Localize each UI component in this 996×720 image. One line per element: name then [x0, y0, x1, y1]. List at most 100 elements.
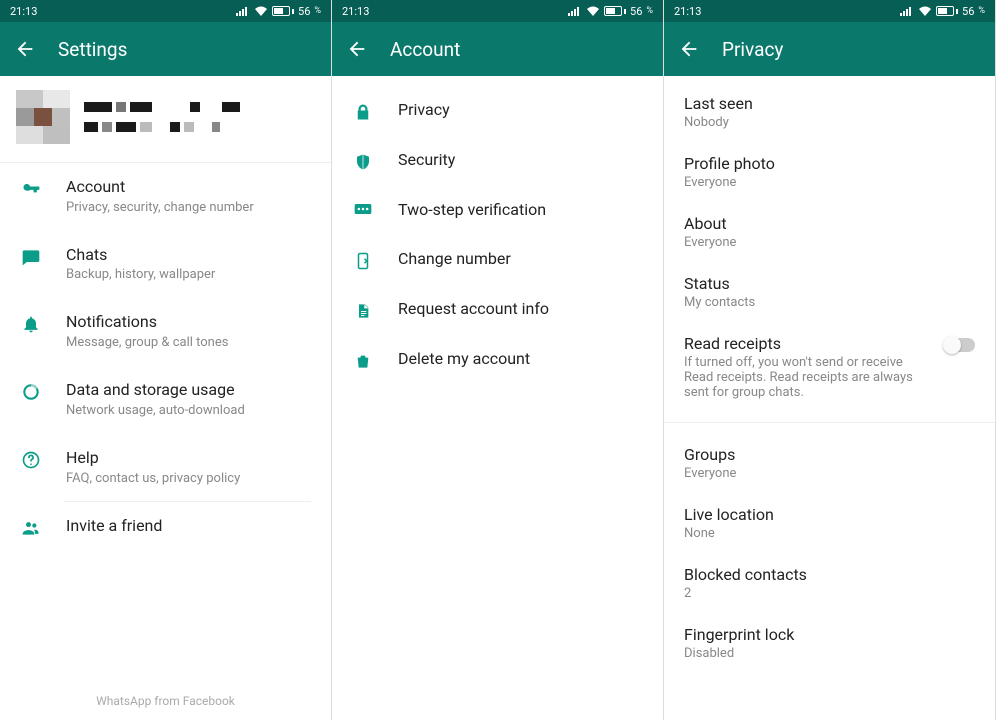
privacy-item-groups[interactable]: Groups Everyone: [664, 433, 995, 493]
item-subtitle: None: [684, 526, 975, 541]
app-bar: Settings: [0, 22, 331, 76]
screen-title: Settings: [58, 38, 127, 61]
phone-swap-icon: [352, 249, 374, 271]
status-time: 21:13: [674, 5, 701, 18]
item-title: Help: [66, 448, 315, 469]
item-subtitle: Network usage, auto-download: [66, 403, 315, 420]
wifi-icon: [918, 6, 932, 17]
status-time: 21:13: [10, 5, 37, 18]
item-title: Account: [66, 177, 315, 198]
privacy-item-fingerprint[interactable]: Fingerprint lock Disabled: [664, 613, 995, 673]
app-bar: Account: [332, 22, 663, 76]
settings-item-data[interactable]: Data and storage usage Network usage, au…: [0, 366, 331, 434]
status-icons: 56%: [236, 5, 321, 18]
battery-percent: 56: [630, 5, 642, 18]
lock-icon: [352, 100, 374, 122]
signal-icon: [568, 6, 582, 16]
item-subtitle: Nobody: [684, 115, 975, 130]
bell-icon: [20, 312, 42, 334]
privacy-item-about[interactable]: About Everyone: [664, 202, 995, 262]
item-title: Blocked contacts: [684, 565, 975, 584]
item-subtitle: Everyone: [684, 235, 975, 250]
profile-name-redacted: [84, 102, 240, 132]
people-icon: [20, 516, 42, 538]
settings-item-chats[interactable]: Chats Backup, history, wallpaper: [0, 231, 331, 299]
settings-item-account[interactable]: Account Privacy, security, change number: [0, 163, 331, 231]
item-subtitle: If turned off, you won't send or receive…: [684, 355, 935, 400]
privacy-item-readreceipts[interactable]: Read receipts If turned off, you won't s…: [664, 322, 995, 412]
pin-icon: [352, 200, 374, 216]
help-icon: [20, 448, 42, 470]
account-item-privacy[interactable]: Privacy: [332, 86, 663, 136]
status-bar: 21:13 56%: [332, 0, 663, 22]
arrow-back-icon: [678, 38, 700, 60]
data-usage-icon: [20, 380, 42, 402]
read-receipts-toggle[interactable]: [945, 338, 975, 352]
item-subtitle: My contacts: [684, 295, 975, 310]
settings-item-help[interactable]: Help FAQ, contact us, privacy policy: [0, 434, 331, 502]
divider: [664, 422, 995, 423]
battery-icon: [604, 6, 626, 16]
item-title: Live location: [684, 505, 975, 524]
item-subtitle: 2: [684, 586, 975, 601]
settings-item-notifications[interactable]: Notifications Message, group & call tone…: [0, 298, 331, 366]
item-subtitle: Privacy, security, change number: [66, 200, 315, 217]
status-icons: 56%: [900, 5, 985, 18]
item-title: Data and storage usage: [66, 380, 315, 401]
privacy-item-profilephoto[interactable]: Profile photo Everyone: [664, 142, 995, 202]
back-button[interactable]: [678, 38, 700, 60]
account-item-security[interactable]: Security: [332, 136, 663, 186]
account-item-requestinfo[interactable]: Request account info: [332, 285, 663, 335]
item-subtitle: Everyone: [684, 466, 975, 481]
battery-icon: [936, 6, 958, 16]
item-subtitle: Disabled: [684, 646, 975, 661]
chat-icon: [20, 245, 42, 267]
account-item-twostep[interactable]: Two-step verification: [332, 186, 663, 235]
back-button[interactable]: [14, 38, 36, 60]
item-title: Groups: [684, 445, 975, 464]
status-bar: 21:13 56%: [0, 0, 331, 22]
privacy-screen: 21:13 56% Privacy Last seen Nobody Profi…: [664, 0, 996, 720]
item-title: Security: [398, 150, 647, 171]
account-item-changenumber[interactable]: Change number: [332, 235, 663, 285]
account-item-delete[interactable]: Delete my account: [332, 335, 663, 385]
item-title: Request account info: [398, 299, 647, 320]
privacy-item-lastseen[interactable]: Last seen Nobody: [664, 82, 995, 142]
screen-title: Privacy: [722, 38, 783, 61]
signal-icon: [236, 6, 250, 16]
item-title: Privacy: [398, 100, 647, 121]
battery-icon: [272, 6, 294, 16]
settings-item-invite[interactable]: Invite a friend: [0, 502, 331, 552]
item-title: Change number: [398, 249, 647, 270]
privacy-item-status[interactable]: Status My contacts: [664, 262, 995, 322]
item-title: Last seen: [684, 94, 975, 113]
wifi-icon: [254, 6, 268, 17]
battery-percent: 56: [298, 5, 310, 18]
item-subtitle: Backup, history, wallpaper: [66, 267, 315, 284]
screen-title: Account: [390, 38, 460, 61]
item-subtitle: Message, group & call tones: [66, 335, 315, 352]
item-subtitle: FAQ, contact us, privacy policy: [66, 471, 315, 488]
key-icon: [20, 177, 42, 199]
settings-screen: 21:13 56% Settings: [0, 0, 332, 720]
item-subtitle: Everyone: [684, 175, 975, 190]
battery-percent: 56: [962, 5, 974, 18]
item-title: Fingerprint lock: [684, 625, 975, 644]
wifi-icon: [586, 6, 600, 17]
back-button[interactable]: [346, 38, 368, 60]
item-title: Two-step verification: [398, 200, 647, 221]
item-title: Invite a friend: [66, 516, 315, 537]
profile-row[interactable]: [0, 76, 331, 163]
item-title: Profile photo: [684, 154, 975, 173]
item-title: Read receipts: [684, 334, 935, 353]
account-screen: 21:13 56% Account Privacy Security: [332, 0, 664, 720]
privacy-item-blocked[interactable]: Blocked contacts 2: [664, 553, 995, 613]
privacy-item-livelocation[interactable]: Live location None: [664, 493, 995, 553]
item-title: Status: [684, 274, 975, 293]
item-title: Delete my account: [398, 349, 647, 370]
app-bar: Privacy: [664, 22, 995, 76]
footer-text: WhatsApp from Facebook: [0, 694, 331, 708]
shield-icon: [352, 150, 374, 172]
document-icon: [352, 299, 374, 321]
status-time: 21:13: [342, 5, 369, 18]
